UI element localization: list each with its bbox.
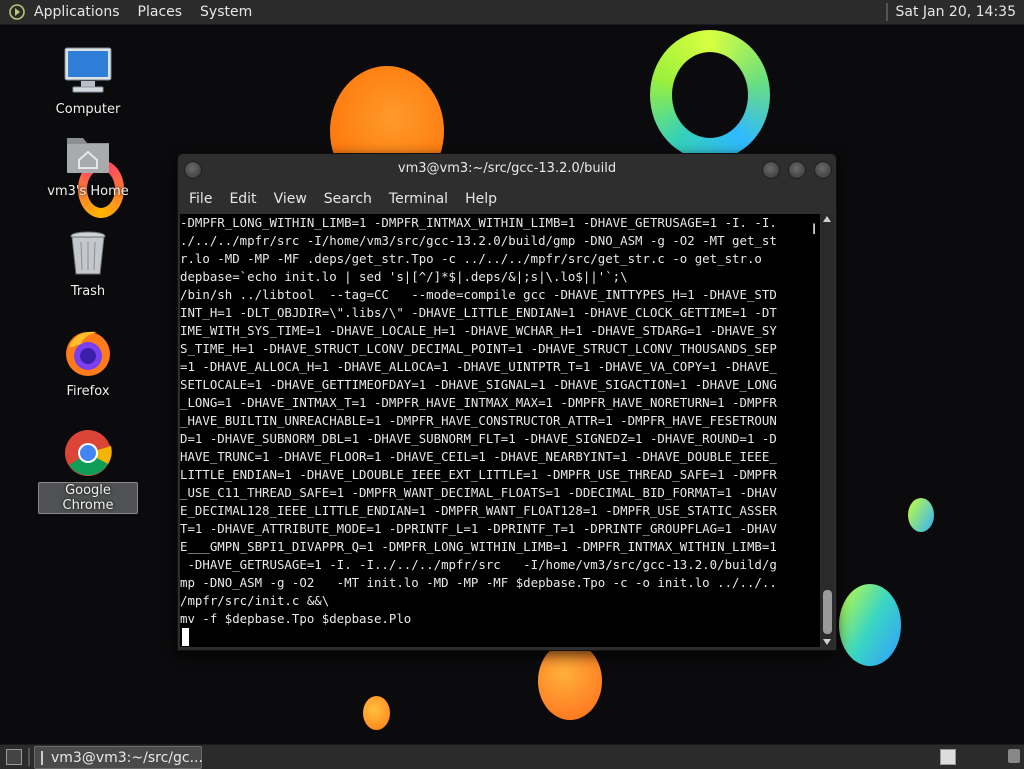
terminal-line: INT_H=1 -DLT_OBJDIR=\".libs/\" -DHAVE_LI… <box>180 305 777 320</box>
terminal-line: _LONG=1 -DHAVE_INTMAX_T=1 -DMPFR_HAVE_IN… <box>180 395 777 410</box>
menu-edit[interactable]: Edit <box>229 191 256 207</box>
trash-icon <box>61 226 115 280</box>
wallpaper-orange-shape-3 <box>363 696 390 730</box>
firefox-icon <box>61 326 115 380</box>
terminal-output[interactable]: -DMPFR_LONG_WITHIN_LIMB=1 -DMPFR_INTMAX_… <box>180 214 820 647</box>
desktop-icon-label: Firefox <box>66 384 110 399</box>
workspace-switcher-icon[interactable] <box>940 749 956 765</box>
trash-applet-icon[interactable] <box>1008 749 1020 763</box>
terminal-line: IME_WITH_SYS_TIME=1 -DHAVE_LOCALE_H=1 -D… <box>180 323 777 338</box>
menu-view[interactable]: View <box>274 191 307 207</box>
system-menu[interactable]: System <box>200 4 252 20</box>
panel-separator <box>885 3 888 21</box>
wallpaper-orange-shape-2 <box>538 642 602 720</box>
terminal-line: /bin/sh ../libtool --tag=CC --mode=compi… <box>180 287 777 302</box>
terminal-line: HAVE_TRUNC=1 -DHAVE_FLOOR=1 -DHAVE_CEIL=… <box>180 449 777 464</box>
desktop-icon-trash[interactable]: Trash <box>38 226 138 299</box>
menu-file[interactable]: File <box>189 191 212 207</box>
scroll-thumb[interactable] <box>823 590 832 634</box>
terminal-line: T=1 -DHAVE_ATTRIBUTE_MODE=1 -DPRINTF_L=1… <box>180 521 777 536</box>
menu-terminal[interactable]: Terminal <box>389 191 448 207</box>
vertical-scrollbar[interactable] <box>821 214 834 647</box>
terminal-line: _USE_C11_THREAD_SAFE=1 -DMPFR_WANT_DECIM… <box>180 485 777 500</box>
window-titlebar[interactable]: vm3@vm3:~/src/gcc-13.2.0/build <box>178 154 836 184</box>
terminal-line: mp -DNO_ASM -g -O2 -MT init.lo -MD -MP -… <box>180 575 777 590</box>
taskbar-item-label: vm3@vm3:~/src/gc... <box>51 749 203 766</box>
wallpaper-ring-shape <box>650 30 770 160</box>
show-desktop-icon[interactable] <box>6 749 22 765</box>
terminal-icon <box>41 750 43 765</box>
desktop-icon-label: Google Chrome <box>38 482 138 514</box>
menu-search[interactable]: Search <box>324 191 372 207</box>
terminal-line: S_TIME_H=1 -DHAVE_STRUCT_LCONV_DECIMAL_P… <box>180 341 777 356</box>
minimize-button[interactable] <box>762 161 780 179</box>
terminal-cursor <box>182 628 189 646</box>
taskbar-item-terminal[interactable]: vm3@vm3:~/src/gc... <box>34 746 203 769</box>
wallpaper-blue-shape-2 <box>908 498 934 532</box>
window-menubar: File Edit View Search Terminal Help <box>178 186 836 212</box>
desktop-icon-label: Computer <box>55 102 121 117</box>
terminal-line: depbase=`echo init.lo | sed 's|[^/]*$|.d… <box>180 269 628 284</box>
close-button[interactable] <box>814 161 832 179</box>
places-menu[interactable]: Places <box>138 4 183 20</box>
desktop-icon-computer[interactable]: Computer <box>38 44 138 117</box>
desktop-icon-home[interactable]: vm3's Home <box>38 126 138 199</box>
bottom-panel: vm3@vm3:~/src/gc... <box>0 744 1024 769</box>
terminal-line: -DMPFR_LONG_WITHIN_LIMB=1 -DMPFR_INTMAX_… <box>180 215 777 230</box>
terminal-line: E_DECIMAL128_IEEE_LITTLE_ENDIAN=1 -DMPFR… <box>180 503 777 518</box>
terminal-text: -DMPFR_LONG_WITHIN_LIMB=1 -DMPFR_INTMAX_… <box>180 214 820 628</box>
panel-separator <box>28 748 30 766</box>
desktop-icon-chrome[interactable]: Google Chrome <box>38 426 138 514</box>
chrome-icon <box>61 426 115 480</box>
desktop-icon-firefox[interactable]: Firefox <box>38 326 138 399</box>
terminal-line: ./../../mpfr/src -I/home/vm3/src/gcc-13.… <box>180 233 777 248</box>
applications-menu[interactable]: Applications <box>34 4 120 20</box>
terminal-window[interactable]: vm3@vm3:~/src/gcc-13.2.0/build File Edit… <box>177 153 837 651</box>
computer-icon <box>61 44 115 98</box>
terminal-line: =1 -DHAVE_ALLOCA_H=1 -DHAVE_ALLOCA=1 -DH… <box>180 359 777 374</box>
menu-help[interactable]: Help <box>465 191 497 207</box>
terminal-line: r.lo -MD -MP -MF .deps/get_str.Tpo -c ..… <box>180 251 762 266</box>
terminal-line: mv -f $depbase.Tpo $depbase.Plo <box>180 611 412 626</box>
desktop-icon-label: vm3's Home <box>47 184 129 199</box>
terminal-line: E___GMPN_SBPI1_DIVAPPR_Q=1 -DMPFR_LONG_W… <box>180 539 777 554</box>
terminal-line: D=1 -DHAVE_SUBNORM_DBL=1 -DHAVE_SUBNORM_… <box>180 431 777 446</box>
home-folder-icon <box>61 126 115 180</box>
clock[interactable]: Sat Jan 20, 14:35 <box>896 4 1017 20</box>
scroll-down-arrow-icon[interactable] <box>823 639 831 645</box>
terminal-line: SETLOCALE=1 -DHAVE_GETTIMEOFDAY=1 -DHAVE… <box>180 377 777 392</box>
terminal-line: _HAVE_BUILTIN_UNREACHABLE=1 -DMPFR_HAVE_… <box>180 413 777 428</box>
desktop-icon-label: Trash <box>70 284 106 299</box>
maximize-button[interactable] <box>788 161 806 179</box>
terminal-line: -DHAVE_GETRUSAGE=1 -I. -I../../../mpfr/s… <box>180 557 777 572</box>
window-title: vm3@vm3:~/src/gcc-13.2.0/build <box>397 161 617 176</box>
terminal-line: /mpfr/src/init.c &&\ <box>180 593 330 608</box>
mouse-ibeam-cursor-icon: I <box>812 222 817 238</box>
distro-logo-icon[interactable] <box>8 3 26 21</box>
top-panel: Applications Places System Sat Jan 20, 1… <box>0 0 1024 25</box>
wallpaper-blue-shape <box>839 584 901 666</box>
scroll-up-arrow-icon[interactable] <box>823 216 831 222</box>
terminal-line: LITTLE_ENDIAN=1 -DHAVE_LDOUBLE_IEEE_EXT_… <box>180 467 777 482</box>
